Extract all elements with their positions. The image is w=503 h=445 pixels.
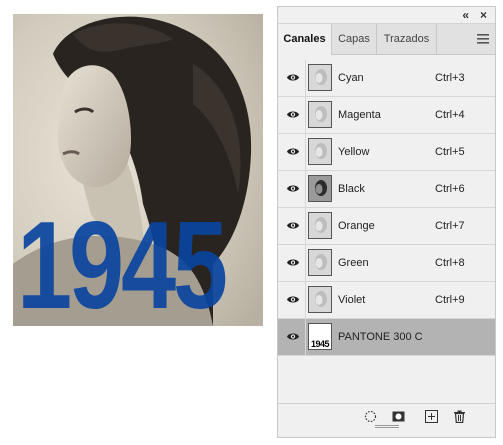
channel-list: Cyan Ctrl+3 Magenta Ctrl+4 Yellow Ctrl+5 <box>278 60 495 356</box>
channel-row-magenta[interactable]: Magenta Ctrl+4 <box>278 97 495 134</box>
channel-shortcut: Ctrl+8 <box>435 257 465 269</box>
channel-row-violet[interactable]: Violet Ctrl+9 <box>278 282 495 319</box>
new-channel-icon[interactable] <box>425 410 438 423</box>
panel-title-bar: « × <box>278 7 495 24</box>
channel-row-cyan[interactable]: Cyan Ctrl+3 <box>278 60 495 97</box>
panel-bottom-toolbar <box>278 403 495 430</box>
channel-shortcut: Ctrl+7 <box>435 220 465 232</box>
panel-tabs: Canales Capas Trazados <box>278 24 495 55</box>
canvas-image: 1945 <box>13 14 263 326</box>
channel-row-green[interactable]: Green Ctrl+8 <box>278 245 495 282</box>
trash-icon[interactable] <box>453 410 466 423</box>
channel-shortcut: Ctrl+3 <box>435 72 465 84</box>
channel-name: Violet <box>338 294 366 306</box>
channel-name: Green <box>338 257 369 269</box>
eye-icon[interactable] <box>286 146 300 157</box>
channel-name: Cyan <box>338 72 364 84</box>
channel-thumbnail <box>308 175 332 202</box>
channel-name: Magenta <box>338 109 381 121</box>
panel-menu-icon[interactable] <box>477 34 489 44</box>
tab-canales[interactable]: Canales <box>278 24 332 55</box>
tab-trazados[interactable]: Trazados <box>377 24 437 54</box>
channel-name: Yellow <box>338 146 370 158</box>
channel-thumbnail <box>308 212 332 239</box>
year-overlay-text: 1945 <box>17 197 228 326</box>
channel-thumbnail: 1945 <box>308 323 332 350</box>
channel-shortcut: Ctrl+5 <box>435 146 465 158</box>
channel-shortcut: Ctrl+9 <box>435 294 465 306</box>
thumbnail-year-text: 1945 <box>310 339 330 349</box>
channel-row-black[interactable]: Black Ctrl+6 <box>278 171 495 208</box>
channel-shortcut: Ctrl+4 <box>435 109 465 121</box>
channel-row-orange[interactable]: Orange Ctrl+7 <box>278 208 495 245</box>
resize-grip-icon[interactable] <box>375 424 399 428</box>
close-icon[interactable]: × <box>480 8 487 22</box>
double-chevron-icon[interactable]: « <box>462 8 469 22</box>
dotted-circle-selection-icon[interactable] <box>364 410 377 423</box>
channel-name: PANTONE 300 C <box>338 331 423 343</box>
channel-name: Black <box>338 183 365 195</box>
eye-icon[interactable] <box>286 183 300 194</box>
eye-icon[interactable] <box>286 220 300 231</box>
eye-icon[interactable] <box>286 294 300 305</box>
channel-row-pantone-300c[interactable]: 1945 PANTONE 300 C <box>278 319 495 356</box>
channel-thumbnail <box>308 101 332 128</box>
channel-thumbnail <box>308 286 332 313</box>
channel-name: Orange <box>338 220 375 232</box>
channel-shortcut: Ctrl+6 <box>435 183 465 195</box>
channel-row-yellow[interactable]: Yellow Ctrl+5 <box>278 134 495 171</box>
channel-thumbnail <box>308 64 332 91</box>
eye-icon[interactable] <box>286 72 300 83</box>
eye-icon[interactable] <box>286 109 300 120</box>
channel-thumbnail <box>308 249 332 276</box>
eye-icon[interactable] <box>286 331 300 342</box>
tab-capas[interactable]: Capas <box>332 24 377 54</box>
channel-thumbnail <box>308 138 332 165</box>
eye-icon[interactable] <box>286 257 300 268</box>
channels-panel: « × Canales Capas Trazados Cyan Ctrl+3 M… <box>277 6 496 438</box>
mask-icon[interactable] <box>392 410 405 423</box>
